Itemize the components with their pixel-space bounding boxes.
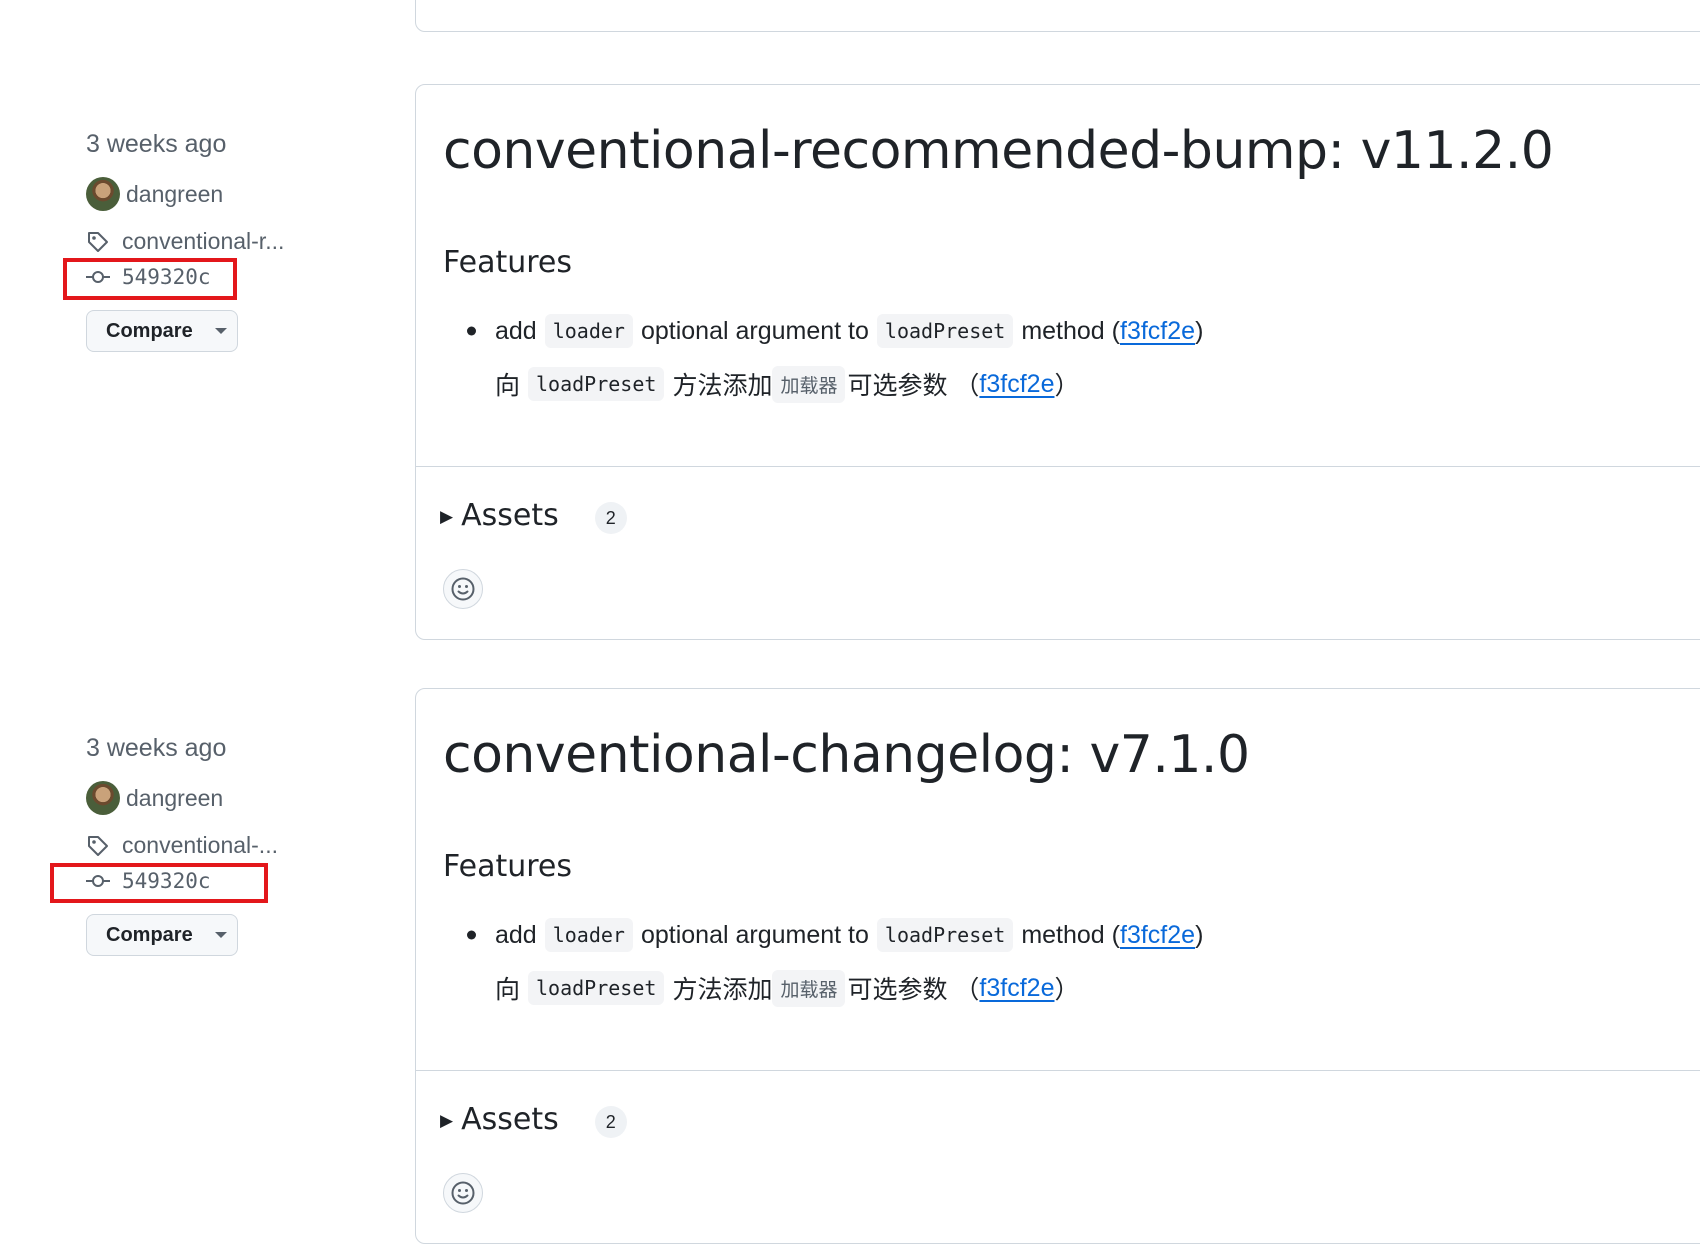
feature-text: optional argument to	[640, 920, 869, 949]
add-reaction-button[interactable]	[443, 1173, 483, 1213]
tag-name[interactable]: conventional-r...	[122, 228, 284, 255]
author-name[interactable]: dangreen	[126, 181, 223, 208]
compare-button[interactable]: Compare	[86, 310, 238, 352]
author-link[interactable]: dangreen	[86, 177, 223, 211]
feature-text: optional argument to	[640, 316, 869, 345]
features-heading: Features	[443, 849, 572, 884]
smiley-icon	[451, 577, 475, 601]
feature-list: add loader optional argument to loadPres…	[443, 311, 1203, 404]
feature-list: add loader optional argument to loadPres…	[443, 915, 1203, 1008]
avatar[interactable]	[86, 177, 120, 211]
previous-release-card	[415, 0, 1700, 32]
tag-link[interactable]: conventional-r...	[86, 228, 284, 255]
assets-toggle[interactable]: ▶ Assets 2	[440, 1097, 627, 1141]
feature-text: add	[495, 316, 537, 345]
tag-icon	[88, 231, 108, 252]
feature-item-translation: 向 loadPreset 方法添加 加载器 可选参数 （f3fcf2e）	[443, 968, 1203, 1008]
commit-link[interactable]: f3fcf2e	[979, 370, 1054, 399]
commit-link[interactable]: f3fcf2e	[979, 974, 1054, 1003]
release-title[interactable]: conventional-recommended-bump: v11.2.0	[443, 121, 1554, 181]
tag-link[interactable]: conventional-...	[86, 832, 278, 859]
feature-text: 向	[495, 372, 521, 400]
inline-code: 加载器	[772, 969, 846, 1007]
assets-count-badge: 2	[594, 1106, 627, 1138]
feature-text: 可选参数 （	[847, 976, 980, 1004]
feature-text: )	[1195, 316, 1204, 345]
assets-label[interactable]: Assets	[461, 498, 559, 533]
commit-link[interactable]: f3fcf2e	[1120, 317, 1195, 346]
release-card: conventional-changelog: v7.1.0 Features …	[415, 688, 1700, 1244]
feature-text: 方法添加	[672, 976, 773, 1004]
features-heading: Features	[443, 245, 572, 280]
feature-text: method (	[1021, 920, 1120, 949]
feature-text: 方法添加	[672, 372, 773, 400]
inline-code: loader	[544, 918, 633, 952]
author-name[interactable]: dangreen	[126, 785, 223, 812]
inline-code: 加载器	[772, 365, 846, 403]
feature-text: 向	[495, 976, 521, 1004]
compare-button[interactable]: Compare	[86, 914, 238, 956]
feature-item-translation: 向 loadPreset 方法添加 加载器 可选参数 （f3fcf2e）	[443, 364, 1203, 404]
assets-count-badge: 2	[594, 502, 627, 534]
feature-text: ）	[1054, 976, 1080, 1004]
compare-label: Compare	[106, 319, 193, 342]
compare-label: Compare	[106, 923, 193, 946]
feature-text: )	[1195, 920, 1204, 949]
commit-highlight-box	[50, 863, 268, 903]
feature-item: add loader optional argument to loadPres…	[443, 915, 1203, 955]
add-reaction-button[interactable]	[443, 569, 483, 609]
divider	[416, 466, 1700, 467]
feature-text: method (	[1021, 316, 1120, 345]
release-time: 3 weeks ago	[86, 734, 227, 762]
chevron-down-icon	[214, 932, 227, 938]
inline-code: loadPreset	[876, 918, 1014, 952]
feature-item: add loader optional argument to loadPres…	[443, 311, 1203, 351]
avatar[interactable]	[86, 781, 120, 815]
commit-link[interactable]: f3fcf2e	[1120, 921, 1195, 950]
assets-label[interactable]: Assets	[461, 1102, 559, 1137]
divider	[416, 1070, 1700, 1071]
tag-name[interactable]: conventional-...	[122, 832, 278, 859]
commit-highlight-box	[63, 258, 237, 300]
inline-code: loadPreset	[528, 971, 665, 1005]
release-card: conventional-recommended-bump: v11.2.0 F…	[415, 84, 1700, 640]
caret-right-icon: ▶	[440, 1111, 454, 1130]
assets-toggle[interactable]: ▶ Assets 2	[440, 493, 627, 537]
tag-icon	[88, 835, 108, 856]
smiley-icon	[451, 1181, 475, 1205]
inline-code: loadPreset	[876, 314, 1014, 348]
feature-text: ）	[1054, 372, 1080, 400]
feature-text: 可选参数 （	[847, 372, 980, 400]
inline-code: loadPreset	[528, 367, 665, 401]
chevron-down-icon	[214, 328, 227, 334]
feature-text: add	[495, 920, 537, 949]
author-link[interactable]: dangreen	[86, 781, 223, 815]
inline-code: loader	[544, 314, 633, 348]
caret-right-icon: ▶	[440, 507, 454, 526]
release-title[interactable]: conventional-changelog: v7.1.0	[443, 725, 1250, 785]
release-time: 3 weeks ago	[86, 130, 227, 158]
